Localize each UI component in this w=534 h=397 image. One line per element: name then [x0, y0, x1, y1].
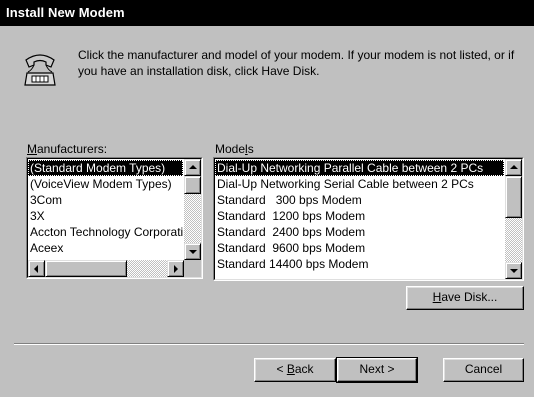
right-arrow-icon [174, 265, 178, 273]
left-arrow-icon [34, 265, 38, 273]
up-arrow-icon [189, 165, 197, 169]
manufacturers-listbox[interactable]: (Standard Modem Types) (VoiceView Modem … [26, 157, 203, 279]
manufacturer-item[interactable]: Aceex [28, 240, 183, 256]
down-arrow-icon [510, 269, 518, 273]
manufacturers-horizontal-scrollbar[interactable] [28, 260, 184, 277]
model-item[interactable]: Dial-Up Networking Serial Cable between … [215, 176, 504, 192]
model-item[interactable]: Standard 14400 bps Modem [215, 256, 504, 272]
manufacturer-item[interactable]: Accton Technology Corporation [28, 224, 183, 240]
separator [14, 343, 524, 345]
scroll-down-button[interactable] [184, 243, 201, 260]
manufacturers-label: Manufacturers: [27, 142, 108, 156]
model-item[interactable]: Dial-Up Networking Parallel Cable betwee… [215, 160, 504, 176]
manufacturer-item[interactable]: (VoiceView Modem Types) [28, 176, 183, 192]
window-title: Install New Modem [6, 5, 125, 20]
model-item[interactable]: Standard 9600 bps Modem [215, 240, 504, 256]
models-vertical-scrollbar[interactable] [505, 159, 522, 279]
instruction-text: Click the manufacturer and model of your… [78, 48, 515, 78]
scroll-thumb[interactable] [505, 176, 522, 218]
scroll-thumb[interactable] [184, 176, 201, 194]
title-bar: Install New Modem [0, 0, 534, 26]
down-arrow-icon [189, 250, 197, 254]
models-listbox[interactable]: Dial-Up Networking Parallel Cable betwee… [213, 157, 524, 281]
scroll-up-button[interactable] [505, 159, 522, 176]
manufacturers-vertical-scrollbar[interactable] [184, 159, 201, 260]
scroll-right-button[interactable] [167, 260, 184, 277]
have-disk-button[interactable]: Have Disk... [406, 286, 524, 310]
models-label: Models [215, 142, 254, 156]
up-arrow-icon [510, 165, 518, 169]
scroll-down-button[interactable] [505, 262, 522, 279]
telephone-modem-icon [22, 48, 58, 88]
scroll-left-button[interactable] [28, 260, 45, 277]
scrollbar-corner [184, 260, 201, 277]
model-item[interactable]: Standard 2400 bps Modem [215, 224, 504, 240]
cancel-button[interactable]: Cancel [443, 358, 524, 382]
model-item[interactable]: Standard 300 bps Modem [215, 192, 504, 208]
manufacturer-item[interactable]: (Standard Modem Types) [28, 160, 183, 176]
model-item[interactable]: Standard 1200 bps Modem [215, 208, 504, 224]
scroll-thumb[interactable] [45, 260, 127, 277]
manufacturer-item[interactable]: 3Com [28, 192, 183, 208]
next-button[interactable]: Next > [336, 357, 418, 383]
back-button[interactable]: < Back [254, 358, 336, 382]
manufacturer-item[interactable]: 3X [28, 208, 183, 224]
scroll-up-button[interactable] [184, 159, 201, 176]
